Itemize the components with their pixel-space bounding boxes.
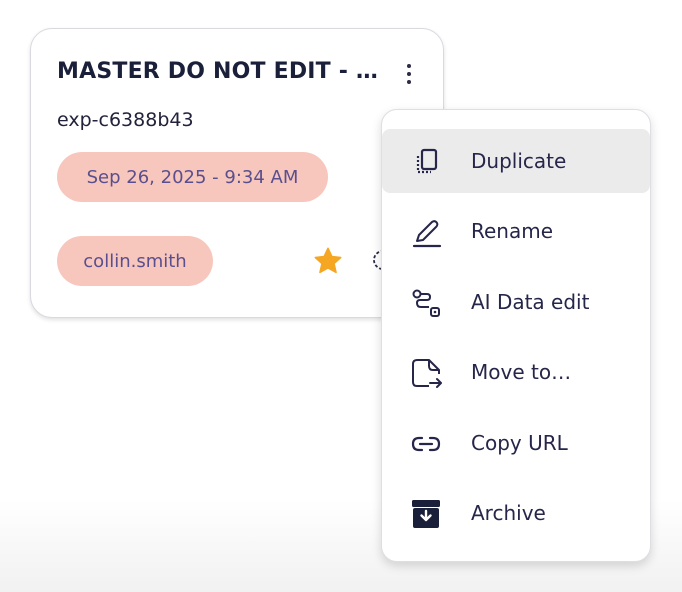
card-title[interactable]: MASTER DO NOT EDIT - … — [57, 59, 378, 84]
menu-item-duplicate[interactable]: Duplicate — [382, 129, 650, 193]
owner-badge: collin.smith — [57, 236, 213, 286]
menu-item-copy-url[interactable]: Copy URL — [382, 411, 652, 475]
menu-item-label: Archive — [471, 501, 546, 525]
date-badge: Sep 26, 2025 - 9:34 AM — [57, 152, 328, 202]
menu-item-archive[interactable]: Archive — [382, 481, 652, 545]
menu-item-move-to[interactable]: Move to… — [382, 340, 652, 404]
menu-item-label: Rename — [471, 219, 554, 243]
move-file-icon — [412, 359, 442, 388]
context-menu: Duplicate Rename AI Data edit Move to… C… — [381, 109, 651, 562]
menu-item-label: Copy URL — [471, 431, 568, 455]
menu-item-label: Move to… — [471, 360, 572, 384]
menu-item-label: AI Data edit — [471, 290, 590, 314]
more-vertical-icon[interactable] — [397, 60, 421, 88]
link-icon — [411, 436, 441, 452]
menu-item-ai-data-edit[interactable]: AI Data edit — [382, 270, 652, 334]
star-icon[interactable] — [312, 245, 344, 277]
menu-item-label: Duplicate — [471, 149, 567, 173]
menu-item-rename[interactable]: Rename — [382, 199, 652, 263]
archive-icon — [412, 500, 440, 528]
pencil-icon — [412, 220, 442, 248]
route-icon — [412, 289, 440, 317]
experiment-id: exp-c6388b43 — [57, 109, 194, 131]
duplicate-icon — [416, 148, 438, 174]
